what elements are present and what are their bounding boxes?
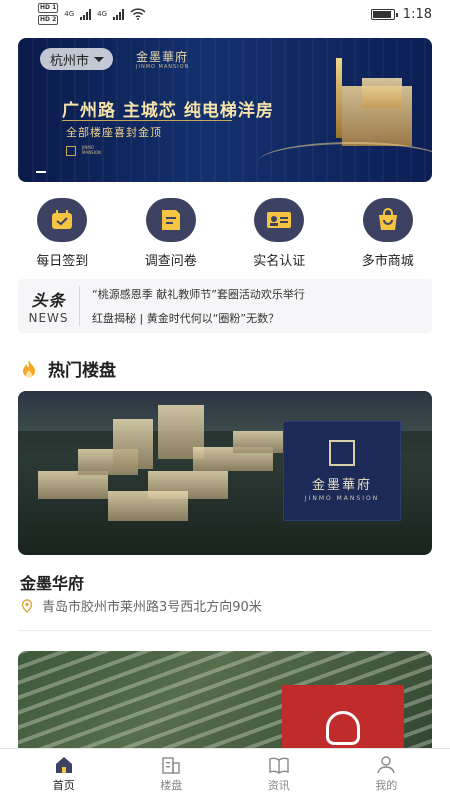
tab-label: 首页	[52, 779, 75, 792]
status-right: 1:18	[370, 6, 432, 22]
shopping-bag-icon	[362, 198, 413, 242]
id-card-icon	[254, 198, 305, 242]
banner-divider	[62, 120, 232, 121]
tab-profile[interactable]: 我的	[346, 756, 426, 793]
signal-icon	[80, 8, 92, 20]
news-item[interactable]: “桃源感恩季 献礼教师节”套圈活动欢乐举行	[92, 286, 305, 302]
news-logo-bottom: NEWS	[28, 311, 69, 325]
city-selector[interactable]: 杭州市	[40, 48, 114, 70]
divider	[18, 630, 432, 631]
quick-action-mall[interactable]: 多市商城	[338, 198, 438, 269]
network-type-1: 4G	[64, 10, 75, 18]
tab-news[interactable]: 资讯	[239, 756, 319, 793]
news-list: “桃源感恩季 献礼教师节”套圈活动欢乐举行 红盘揭秘 | 黄金时代何以“圈粉”无…	[80, 286, 305, 326]
tab-label: 我的	[375, 779, 398, 792]
quick-action-label: 实名认证	[253, 254, 306, 269]
document-icon	[145, 198, 196, 242]
quick-action-label: 调查问卷	[144, 254, 197, 269]
property-address-text: 青岛市胶州市莱州路3号西北方向90米	[42, 600, 262, 615]
building-icon	[162, 757, 180, 774]
quick-action-checkin[interactable]: 每日签到	[12, 198, 112, 269]
signal-icon-2	[113, 8, 125, 20]
news-ticker[interactable]: 头条 NEWS “桃源感恩季 献礼教师节”套圈活动欢乐举行 红盘揭秘 | 黄金时…	[18, 279, 432, 333]
flame-icon	[23, 359, 35, 378]
news-logo: 头条 NEWS	[18, 286, 80, 326]
quick-actions: 每日签到 调查问卷 实名认证 多市商城	[0, 198, 450, 269]
dropdown-arrow-icon	[94, 57, 105, 62]
banner-brand: 金墨華府	[136, 50, 189, 64]
banner-building-graphic-2	[362, 78, 402, 108]
promo-banner[interactable]: 杭州市 金墨華府 JINMO MANSION 广州路 主城芯 纯电梯洋房 全部楼…	[18, 38, 432, 182]
building-shape	[108, 491, 188, 521]
news-logo-top: 头条	[31, 291, 66, 310]
tab-label: 楼盘	[160, 779, 183, 792]
building-shape	[38, 471, 108, 499]
banner-brand-en: JINMO MANSION	[136, 64, 190, 70]
property-address: 青岛市胶州市莱州路3号西北方向90米	[20, 596, 262, 615]
battery-icon	[370, 8, 398, 20]
banner-logo-text: JINMO MANSION	[82, 145, 102, 155]
tab-properties[interactable]: 楼盘	[131, 756, 211, 793]
banner-subline: 全部楼座喜封金顶	[66, 126, 162, 139]
tab-label: 资讯	[267, 779, 290, 792]
quick-action-survey[interactable]: 调查问卷	[121, 198, 221, 269]
banner-headline: 广州路 主城芯 纯电梯洋房	[62, 101, 274, 121]
quick-action-label: 多市商城	[361, 254, 414, 269]
building-shape	[113, 419, 153, 469]
clock: 1:18	[402, 6, 432, 22]
property-image[interactable]: 金墨華府 JINMO MANSION	[18, 391, 432, 555]
location-pin-icon	[21, 598, 33, 613]
sim1-label: HD 1	[38, 3, 59, 13]
book-icon	[269, 757, 289, 774]
property-sign: 金墨華府 JINMO MANSION	[283, 421, 401, 521]
quick-action-label: 每日签到	[36, 254, 89, 269]
property-image-2[interactable]	[18, 651, 432, 761]
home-icon	[55, 757, 72, 773]
building-shape	[233, 431, 283, 453]
sim2-label: HD 2	[38, 15, 59, 25]
bottom-tab-bar: 首页 楼盘 资讯 我的	[0, 748, 450, 800]
tab-home[interactable]: 首页	[24, 756, 104, 793]
person-icon	[377, 756, 395, 774]
carousel-indicator[interactable]	[36, 171, 46, 173]
property-name[interactable]: 金墨华府	[20, 570, 84, 594]
section-title: 热门楼盘	[48, 361, 116, 381]
status-bar: HD 1 HD 2 4G 4G 1:18	[0, 0, 450, 28]
quick-action-verify[interactable]: 实名认证	[229, 198, 329, 269]
banner-logo-icon	[66, 146, 76, 156]
city-label: 杭州市	[50, 53, 90, 69]
property-logo-icon	[329, 440, 355, 466]
news-item[interactable]: 红盘揭秘 | 黄金时代何以“圈粉”无数？	[92, 310, 305, 326]
property-sign-en: JINMO MANSION	[304, 495, 380, 502]
sim-indicators: HD 1 HD 2	[38, 2, 59, 26]
calendar-check-icon	[37, 198, 88, 242]
status-left: HD 1 HD 2 4G 4G	[38, 2, 146, 26]
network-type-2: 4G	[97, 10, 108, 18]
hot-section-header: 热门楼盘	[20, 356, 116, 381]
property-emblem-icon	[326, 711, 360, 745]
wifi-icon	[130, 8, 146, 20]
property-sign-cn: 金墨華府	[311, 478, 372, 493]
